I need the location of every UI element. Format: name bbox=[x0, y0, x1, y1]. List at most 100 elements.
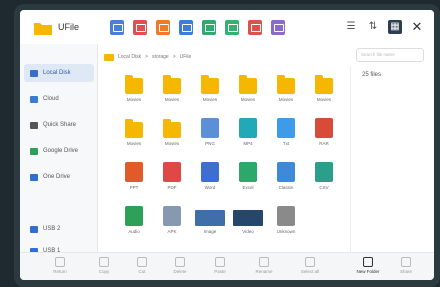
sort-icon[interactable]: ⇅ bbox=[366, 20, 380, 34]
item-label: RAR bbox=[319, 141, 329, 146]
paste-button[interactable]: Paste bbox=[205, 257, 235, 274]
sidebar-item-quick-share[interactable]: Quick Share bbox=[24, 116, 94, 134]
red-doc-icon[interactable] bbox=[133, 20, 147, 35]
green-doc-icon[interactable] bbox=[202, 20, 216, 35]
movies-folder-icon bbox=[163, 119, 181, 138]
copy-button[interactable]: Copy bbox=[89, 257, 119, 274]
file-item[interactable]: Txt bbox=[268, 118, 304, 158]
folder-item[interactable]: Movies bbox=[230, 74, 266, 114]
folder-icon bbox=[104, 53, 114, 61]
breadcrumb: Local Disk > storage > UFile bbox=[104, 50, 344, 64]
breadcrumb-segment[interactable]: Local Disk bbox=[118, 54, 141, 60]
mp4-file-icon bbox=[239, 118, 257, 138]
paste-icon bbox=[215, 257, 225, 267]
rename-icon bbox=[259, 257, 269, 267]
unknown-file-icon bbox=[277, 206, 295, 226]
file-item[interactable]: Classin bbox=[268, 162, 304, 202]
green-doc-icon[interactable] bbox=[225, 20, 239, 35]
file-item[interactable]: PDF bbox=[154, 162, 190, 202]
txt-file-icon bbox=[277, 118, 295, 138]
movies-folder-icon bbox=[315, 75, 333, 94]
usb-icon bbox=[30, 225, 38, 233]
folder-item[interactable]: Movies bbox=[116, 118, 152, 158]
file-item[interactable]: Unknown bbox=[268, 206, 304, 246]
item-label: Movies bbox=[164, 141, 180, 146]
file-item[interactable]: Word bbox=[192, 162, 228, 202]
breadcrumb-segment[interactable]: storage bbox=[152, 54, 169, 60]
file-item[interactable]: Excel bbox=[230, 162, 266, 202]
item-label: Txt bbox=[282, 141, 290, 146]
sidebar-item-local-disk[interactable]: Local Disk bbox=[24, 64, 94, 82]
return-button[interactable]: Return bbox=[45, 257, 75, 274]
item-label: Classin bbox=[278, 185, 294, 190]
breadcrumb-separator: > bbox=[145, 54, 148, 60]
list-view-icon[interactable]: ☰ bbox=[344, 20, 358, 34]
sidebar-item-google-drive[interactable]: Google Drive bbox=[24, 142, 94, 160]
file-item[interactable]: RAR bbox=[306, 118, 342, 158]
cut-button[interactable]: Cut bbox=[127, 257, 157, 274]
divider bbox=[350, 66, 351, 252]
select-all-button[interactable]: Select all bbox=[295, 257, 325, 274]
blue-doc-icon[interactable] bbox=[110, 20, 124, 35]
item-label: Excel bbox=[242, 185, 254, 190]
new-folder-icon bbox=[363, 257, 373, 267]
orange-doc-icon[interactable] bbox=[156, 20, 170, 35]
delete-icon bbox=[175, 257, 185, 267]
movies-folder-icon bbox=[201, 75, 219, 94]
file-item[interactable]: CSV bbox=[306, 162, 342, 202]
file-item[interactable]: APK bbox=[154, 206, 190, 246]
red-doc-icon[interactable] bbox=[248, 20, 262, 35]
blue-doc-icon[interactable] bbox=[179, 20, 193, 35]
delete-button[interactable]: Delete bbox=[165, 257, 195, 274]
folder-item[interactable]: Movies bbox=[268, 74, 304, 114]
movies-folder-icon bbox=[277, 75, 295, 94]
sidebar-item-label: Google Drive bbox=[43, 148, 79, 154]
file-item[interactable]: Audio bbox=[116, 206, 152, 246]
sidebar-item-label: Quick Share bbox=[43, 122, 77, 128]
folder-item[interactable]: Movies bbox=[116, 74, 152, 114]
file-item[interactable]: PPT bbox=[116, 162, 152, 202]
file-item[interactable]: MP4 bbox=[230, 118, 266, 158]
purple-doc-icon[interactable] bbox=[271, 20, 285, 35]
search-input[interactable]: Search file name bbox=[356, 48, 424, 62]
item-label: Movies bbox=[126, 97, 142, 102]
sidebar-item-one-drive[interactable]: One Drive bbox=[24, 168, 94, 186]
folder-item[interactable]: Movies bbox=[154, 74, 190, 114]
file-item[interactable]: Image bbox=[192, 206, 228, 246]
action-label: Return bbox=[53, 269, 67, 274]
title-bar: UFile ☰ ⇅ ▦ ✕ bbox=[20, 10, 434, 44]
csv-file-icon bbox=[315, 162, 333, 182]
close-icon[interactable]: ✕ bbox=[410, 20, 424, 34]
folder-item[interactable]: Movies bbox=[154, 118, 190, 158]
file-type-shortcuts bbox=[110, 20, 285, 35]
rename-button[interactable]: Rename bbox=[249, 257, 279, 274]
breadcrumb-segment[interactable]: UFile bbox=[180, 54, 192, 60]
new-folder-button[interactable]: New Folder bbox=[353, 257, 383, 274]
item-label: Movies bbox=[316, 97, 332, 102]
item-label: APK bbox=[167, 229, 177, 234]
movies-folder-icon bbox=[125, 119, 143, 138]
action-label: Copy bbox=[98, 269, 110, 274]
file-item[interactable]: Video bbox=[230, 206, 266, 246]
image-file-icon bbox=[195, 210, 225, 226]
grid-view-icon[interactable]: ▦ bbox=[388, 20, 402, 34]
item-label: Audio bbox=[128, 229, 140, 234]
file-item[interactable]: PNG bbox=[192, 118, 228, 158]
item-label: Movies bbox=[126, 141, 142, 146]
png-file-icon bbox=[201, 118, 219, 138]
folder-item[interactable]: Movies bbox=[306, 74, 342, 114]
sidebar-item-label: One Drive bbox=[43, 174, 71, 180]
item-label: PPT bbox=[129, 185, 139, 190]
pdf-file-icon bbox=[163, 162, 181, 182]
folder-item[interactable]: Movies bbox=[192, 74, 228, 114]
sidebar-item-cloud[interactable]: Cloud bbox=[24, 90, 94, 108]
file-count: 25 files bbox=[362, 72, 382, 78]
action-label: Share bbox=[399, 269, 412, 274]
share-button[interactable]: Share bbox=[391, 257, 421, 274]
ppt-file-icon bbox=[125, 162, 143, 182]
item-label: Video bbox=[242, 229, 254, 234]
sidebar-item-usb-2[interactable]: USB 2 bbox=[24, 220, 94, 238]
sidebar: Local Disk Cloud Quick Share Google Drive On… bbox=[20, 44, 98, 255]
item-label: Unknown bbox=[276, 229, 296, 234]
return-icon bbox=[55, 257, 65, 267]
